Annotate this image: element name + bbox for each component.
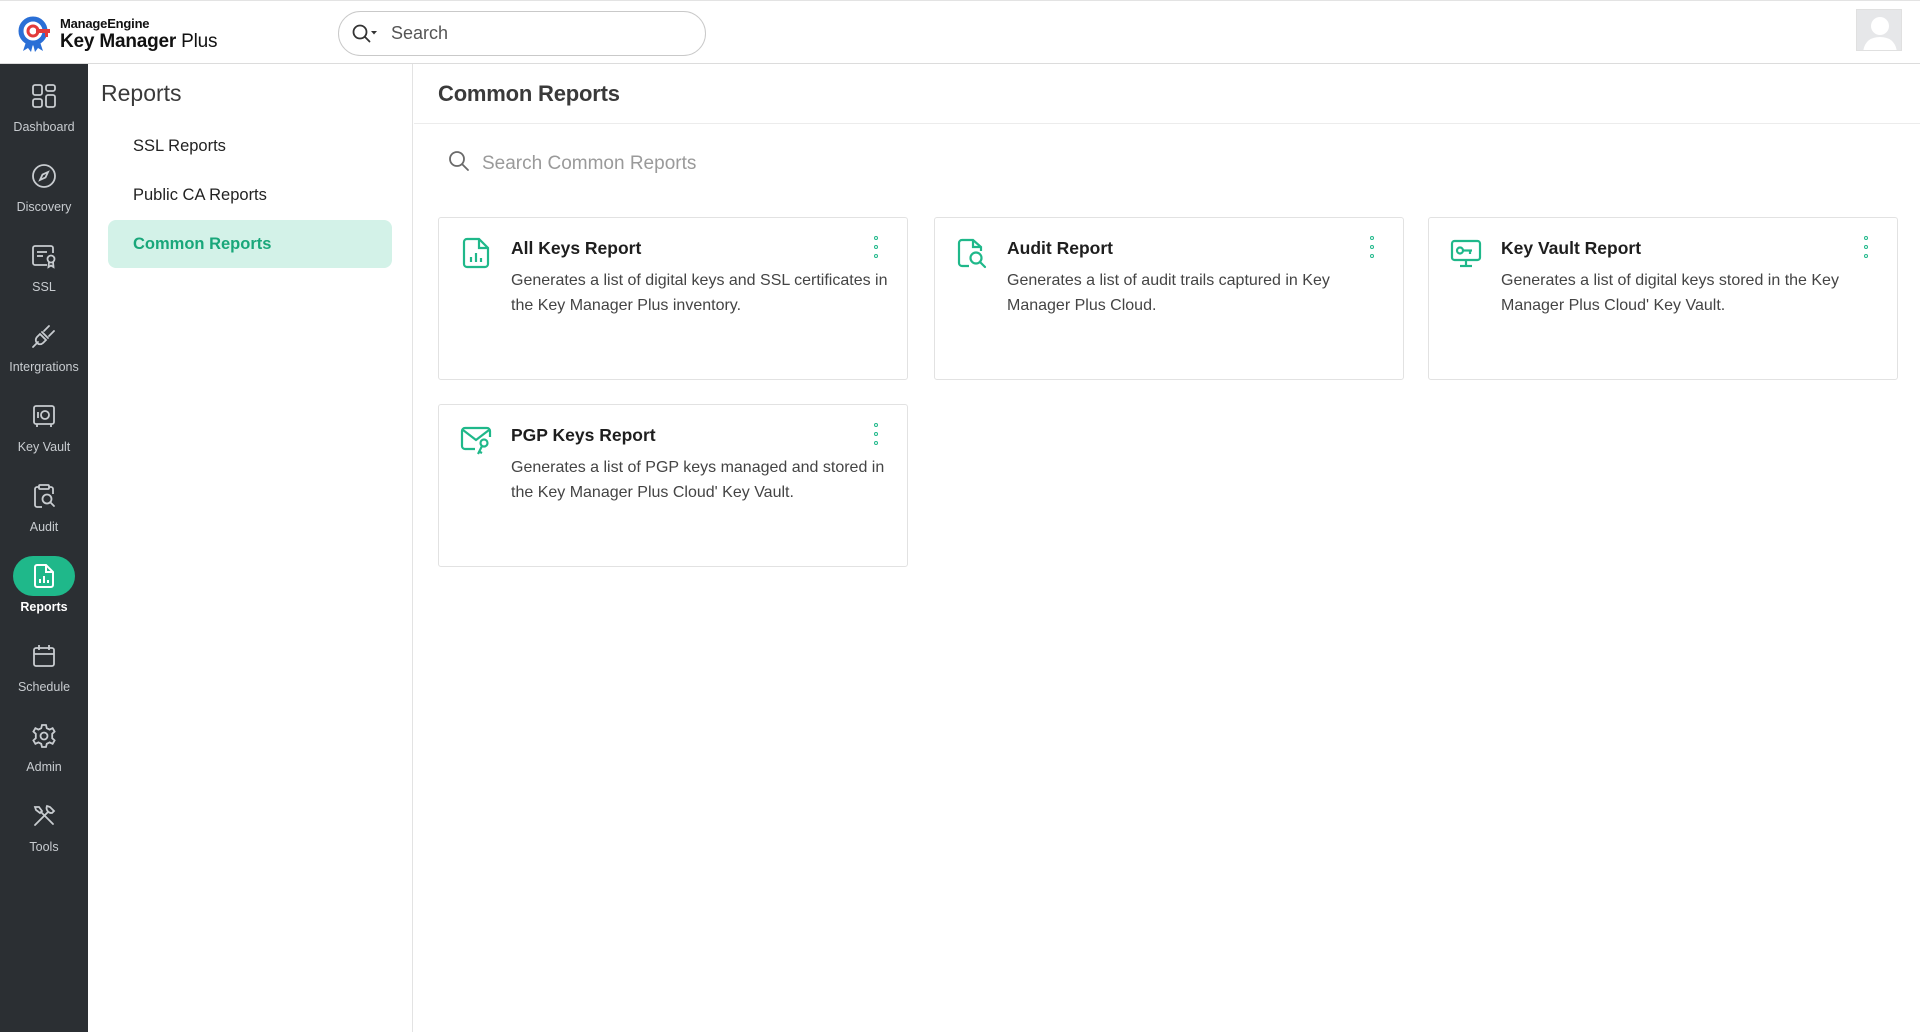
reports-icon bbox=[13, 556, 75, 596]
subnav-title: Reports bbox=[101, 80, 182, 106]
more-options-icon[interactable] bbox=[1367, 236, 1377, 258]
rail-item-schedule[interactable]: Schedule bbox=[0, 636, 88, 716]
rail-item-tools[interactable]: Tools bbox=[0, 796, 88, 876]
global-search-box[interactable] bbox=[338, 11, 706, 56]
compass-icon bbox=[13, 156, 75, 196]
user-avatar[interactable] bbox=[1856, 9, 1902, 51]
card-description: Generates a list of audit trails capture… bbox=[1007, 272, 1330, 314]
rail-label-dashboard: Dashboard bbox=[13, 120, 75, 134]
rail-item-reports[interactable]: Reports bbox=[0, 556, 88, 636]
rail-label-tools: Tools bbox=[29, 840, 59, 854]
rail-item-admin[interactable]: Admin bbox=[0, 716, 88, 796]
subnav-item-public-ca-reports[interactable]: Public CA Reports bbox=[108, 171, 392, 219]
subnav-item-common-reports[interactable]: Common Reports bbox=[108, 220, 392, 268]
rail-item-discovery[interactable]: Discovery bbox=[0, 156, 88, 236]
key-manager-logo-icon bbox=[18, 16, 50, 52]
global-search-input[interactable] bbox=[391, 23, 671, 44]
card-title: Key Vault Report bbox=[1501, 238, 1642, 258]
more-options-icon[interactable] bbox=[1861, 236, 1871, 258]
rail-label-admin: Admin bbox=[26, 760, 62, 774]
rail-label-reports: Reports bbox=[20, 600, 68, 614]
rail-label-schedule: Schedule bbox=[17, 680, 71, 694]
rail-item-integrations[interactable]: Intergrations bbox=[0, 316, 88, 396]
title-divider bbox=[414, 123, 1920, 124]
certificate-icon bbox=[13, 236, 75, 276]
report-card-all-keys[interactable]: All Keys Report Generates a list of digi… bbox=[438, 217, 908, 380]
brand-name: ManageEngine bbox=[60, 16, 150, 31]
more-options-icon[interactable] bbox=[871, 236, 881, 258]
audit-icon bbox=[13, 476, 75, 516]
top-bar: ManageEngine Key Manager Plus bbox=[0, 0, 1920, 64]
key-monitor-icon bbox=[1450, 239, 1482, 268]
reports-subnav: Reports SSL Reports Public CA Reports Co… bbox=[88, 64, 413, 1032]
rail-label-integrations: Intergrations bbox=[9, 360, 79, 374]
rail-item-dashboard[interactable]: Dashboard bbox=[0, 76, 88, 156]
main-nav-rail: Dashboard Discovery SSL Intergrations Ke… bbox=[0, 64, 88, 1032]
page-title: Common Reports bbox=[438, 81, 620, 106]
audit-search-icon bbox=[957, 238, 987, 269]
report-card-pgp-keys[interactable]: PGP Keys Report Generates a list of PGP … bbox=[438, 404, 908, 567]
plug-icon bbox=[13, 316, 75, 356]
rail-item-ssl[interactable]: SSL bbox=[0, 236, 88, 316]
main-content: Common Reports All Keys Report Generates… bbox=[414, 64, 1920, 1032]
report-card-audit[interactable]: Audit Report Generates a list of audit t… bbox=[934, 217, 1404, 380]
rail-label-ssl: SSL bbox=[32, 280, 56, 294]
card-description: Generates a list of PGP keys managed and… bbox=[511, 459, 885, 501]
dashboard-icon bbox=[13, 76, 75, 116]
card-title: All Keys Report bbox=[511, 238, 642, 258]
rail-label-discovery: Discovery bbox=[16, 200, 72, 214]
product-logo[interactable]: ManageEngine Key Manager Plus bbox=[18, 15, 218, 53]
card-description: Generates a list of digital keys stored … bbox=[1501, 272, 1839, 314]
rail-label-key-vault: Key Vault bbox=[17, 440, 71, 454]
card-title: Audit Report bbox=[1007, 238, 1113, 258]
card-description: Generates a list of digital keys and SSL… bbox=[511, 272, 888, 314]
vault-icon bbox=[13, 396, 75, 436]
report-search-box[interactable] bbox=[448, 150, 882, 177]
mail-key-icon bbox=[460, 426, 492, 455]
rail-label-audit: Audit bbox=[29, 520, 59, 534]
report-chart-icon bbox=[462, 237, 490, 269]
search-icon[interactable] bbox=[351, 22, 385, 46]
more-options-icon[interactable] bbox=[871, 423, 881, 445]
product-name: Key Manager Plus bbox=[60, 31, 218, 52]
gear-icon bbox=[13, 716, 75, 756]
card-title: PGP Keys Report bbox=[511, 425, 656, 445]
subnav-item-ssl-reports[interactable]: SSL Reports bbox=[108, 122, 392, 170]
report-search-input[interactable] bbox=[482, 152, 882, 175]
rail-item-key-vault[interactable]: Key Vault bbox=[0, 396, 88, 476]
report-card-key-vault[interactable]: Key Vault Report Generates a list of dig… bbox=[1428, 217, 1898, 380]
tools-icon bbox=[13, 796, 75, 836]
rail-item-audit[interactable]: Audit bbox=[0, 476, 88, 556]
search-icon bbox=[448, 150, 470, 177]
calendar-icon bbox=[13, 636, 75, 676]
